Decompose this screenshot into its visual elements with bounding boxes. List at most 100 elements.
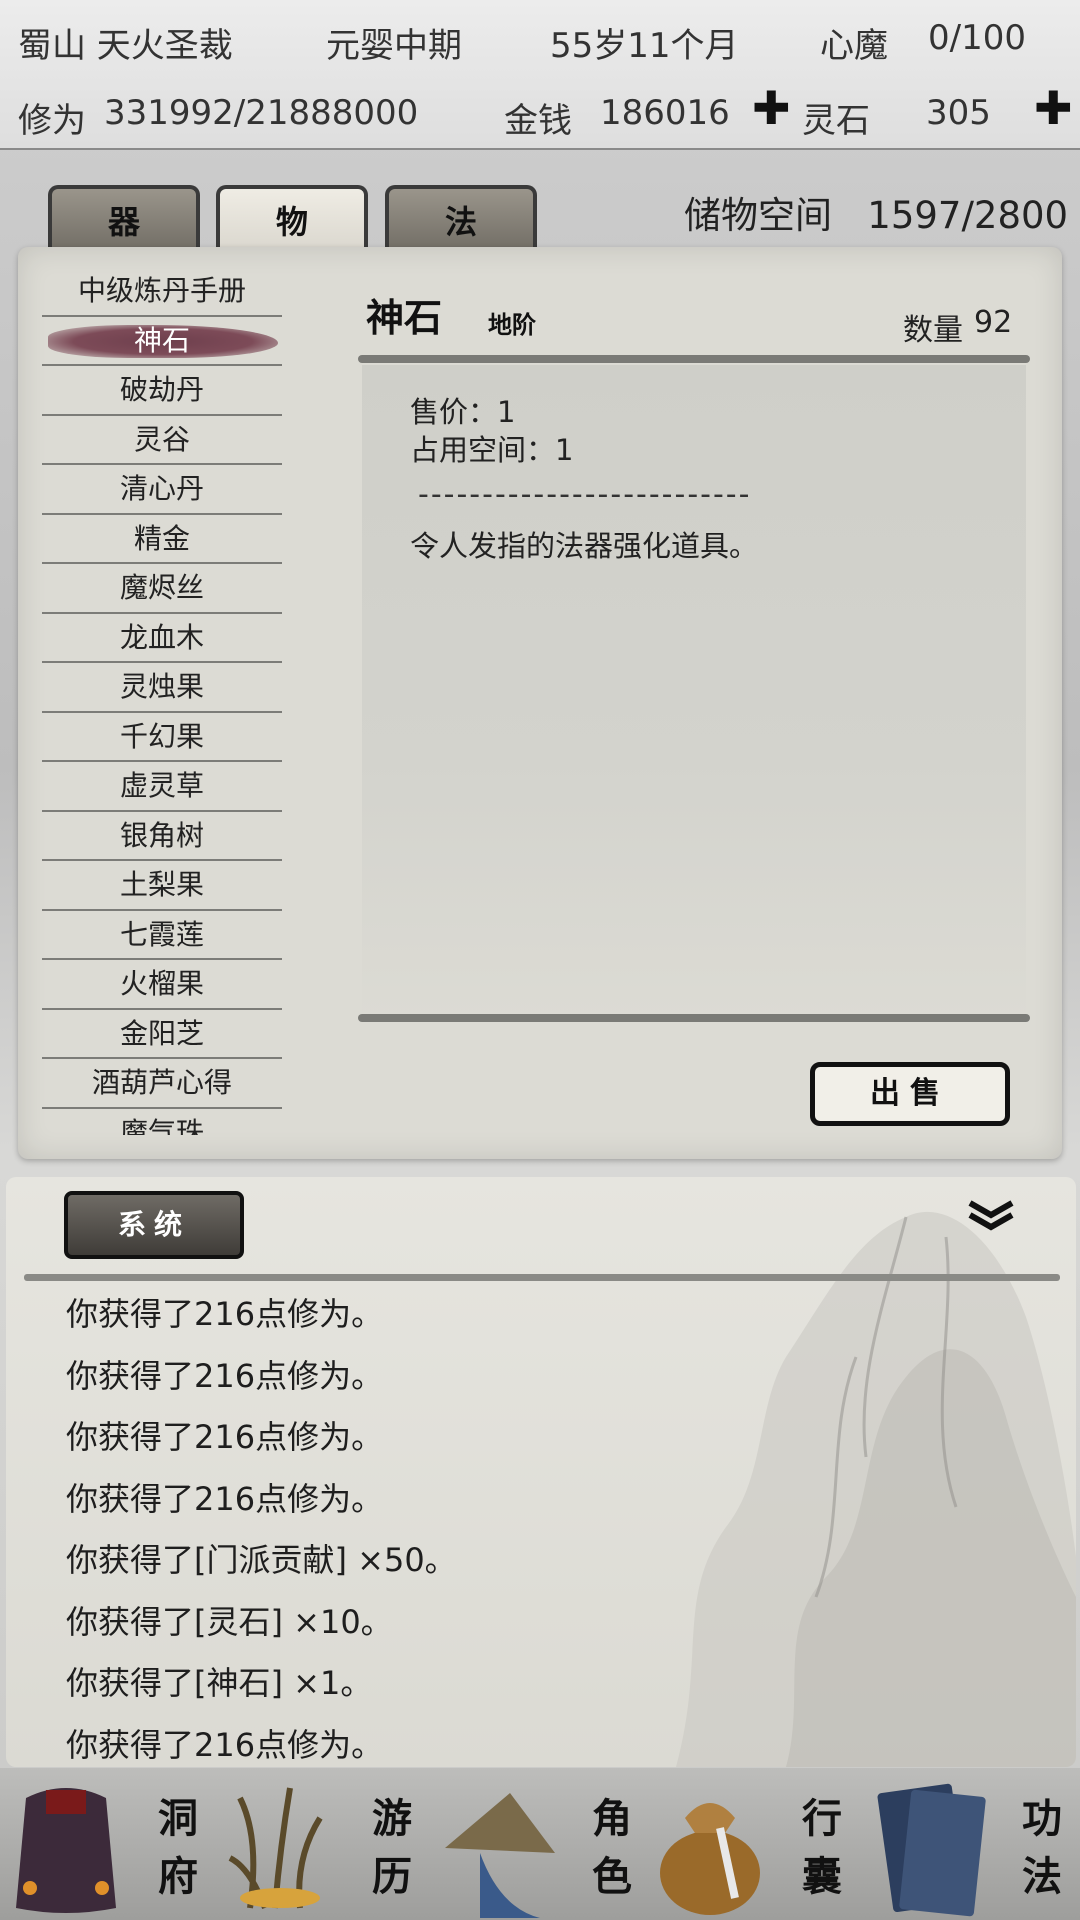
nav-travel-label-bottom: 历 xyxy=(372,1853,412,1900)
storage-space: 储物空间 1597/2800 xyxy=(684,185,1068,239)
item-space: 占用空间：1 xyxy=(410,433,574,467)
age-label: 55岁11个月 xyxy=(550,26,739,66)
list-item-label: 火榴果 xyxy=(119,967,204,1000)
tab-equipment[interactable]: 器 xyxy=(48,185,200,255)
tab-techniques[interactable]: 法 xyxy=(385,185,537,255)
list-item-label: 酒葫芦心得 xyxy=(91,1066,232,1099)
list-item[interactable]: 千幻果 xyxy=(42,713,282,762)
nav-inventory-label-top: 行 xyxy=(802,1795,842,1842)
nav-inventory-label-bottom: 囊 xyxy=(802,1853,842,1900)
quantity-label: 数量 xyxy=(903,313,963,348)
ink-mountain-illustration xyxy=(676,1211,1076,1767)
list-item[interactable]: 土梨果 xyxy=(42,861,282,911)
nav-techniques-label-bottom: 法 xyxy=(1022,1853,1062,1900)
log-line: 你获得了[灵石] ×10。 xyxy=(66,1602,393,1641)
nav-inventory[interactable]: 行 囊 xyxy=(650,1768,870,1920)
money-value: 186016 xyxy=(600,93,730,133)
list-item-label: 破劫丹 xyxy=(119,373,204,406)
straw-hat-icon xyxy=(445,1793,555,1918)
nav-cave-label-bottom: 府 xyxy=(158,1853,198,1900)
list-item-label: 中级炼丹手册 xyxy=(77,274,246,307)
log-line: 你获得了216点修为。 xyxy=(66,1725,384,1764)
list-item[interactable]: 酒葫芦心得 xyxy=(42,1059,282,1109)
list-item-label: 灵烛果 xyxy=(119,670,204,703)
spirit-stone-value: 305 xyxy=(926,93,991,133)
detail-bottom-divider xyxy=(358,1014,1030,1022)
add-money-icon[interactable]: ✚ xyxy=(752,81,791,135)
list-item[interactable]: 破劫丹 xyxy=(42,366,282,416)
list-item-label: 银角树 xyxy=(119,818,204,852)
item-description: 令人发指的法器强化道具。 xyxy=(410,529,759,563)
system-log-panel: 系统 你获得了216点修为。 你获得了216点修为。 你获得了216点修为。 你获得了… xyxy=(6,1177,1076,1767)
list-item-label: 魔烬丝 xyxy=(119,571,204,604)
double-chevron-down-icon[interactable] xyxy=(966,1199,1016,1233)
grass-icon xyxy=(228,1787,323,1910)
list-item[interactable]: 火榴果 xyxy=(42,960,282,1010)
quantity-value: 92 xyxy=(974,305,1013,340)
nav-character-label-top: 角 xyxy=(592,1795,632,1842)
spirit-stone-label: 灵石 xyxy=(802,101,870,141)
item-price: 售价：1 xyxy=(410,395,516,429)
list-item-selected[interactable]: 神石 xyxy=(42,317,282,366)
scroll-book-icon xyxy=(877,1783,986,1917)
status-bar: 蜀山 天火圣裁 元婴中期 55岁11个月 心魔 0/100 修为 331992/… xyxy=(0,0,1080,150)
nav-cave-label-top: 洞 xyxy=(158,1795,198,1842)
list-item[interactable]: 七霞莲 xyxy=(42,911,282,960)
list-item-label: 土梨果 xyxy=(119,868,204,901)
nav-travel[interactable]: 游 历 xyxy=(210,1768,430,1920)
item-list[interactable]: 中级炼丹手册 神石破劫丹灵谷清心丹精金魔烬丝龙血木灵烛果千幻果虚灵草银角树土梨果七… xyxy=(42,267,282,1135)
list-item[interactable]: 银角树 xyxy=(42,812,282,861)
cultivation-label: 修为 xyxy=(18,101,86,141)
list-item-label: 清心丹 xyxy=(119,472,204,505)
list-item[interactable]: 龙血木 xyxy=(42,614,282,663)
log-divider xyxy=(24,1274,1060,1281)
list-item[interactable]: 灵烛果 xyxy=(42,663,282,713)
nav-cave[interactable]: 洞 府 xyxy=(0,1768,210,1920)
list-item[interactable]: 中级炼丹手册 xyxy=(42,267,282,317)
list-item-label: 七霞莲 xyxy=(119,917,204,951)
list-item[interactable]: 灵谷 xyxy=(42,416,282,465)
nav-character[interactable]: 角 色 xyxy=(430,1768,650,1920)
item-grade: 地阶 xyxy=(488,310,536,339)
money-label: 金钱 xyxy=(504,101,572,141)
list-item-label: 灵谷 xyxy=(133,422,190,456)
list-item[interactable]: 魔气珠 xyxy=(42,1109,282,1136)
demon-label: 心魔 xyxy=(820,26,888,66)
list-item-label: 龙血木 xyxy=(119,620,204,654)
add-spirit-stone-icon[interactable]: ✚ xyxy=(1034,81,1073,135)
bottom-nav: 洞 府 游 历 角 色 行 囊 功 法 xyxy=(0,1768,1080,1920)
realm-label: 元婴中期 xyxy=(326,26,462,66)
cultivation-value: 331992/21888000 xyxy=(104,93,419,133)
log-line: 你获得了[门派贡献] ×50。 xyxy=(66,1541,457,1579)
log-line: 你获得了216点修为。 xyxy=(66,1356,384,1395)
log-line: 你获得了[神石] ×1。 xyxy=(66,1664,373,1702)
list-item-label: 神石 xyxy=(133,323,190,357)
log-line: 你获得了216点修为。 xyxy=(66,1479,384,1518)
pouch-icon xyxy=(660,1803,760,1915)
nav-character-label-bottom: 色 xyxy=(592,1853,632,1900)
tab-items[interactable]: 物 xyxy=(216,185,368,255)
tab-system-log[interactable]: 系统 xyxy=(64,1191,244,1259)
list-item[interactable]: 金阳芝 xyxy=(42,1010,282,1059)
sell-button[interactable]: 出售 xyxy=(810,1062,1010,1126)
sect-title: 蜀山 天火圣裁 xyxy=(18,26,233,66)
log-messages: 你获得了216点修为。 你获得了216点修为。 你获得了216点修为。 你获得了216… xyxy=(66,1283,457,1767)
list-item[interactable]: 清心丹 xyxy=(42,465,282,515)
list-item-label: 虚灵草 xyxy=(119,769,204,802)
list-item[interactable]: 虚灵草 xyxy=(42,762,282,812)
nav-travel-label-top: 游 xyxy=(372,1795,412,1842)
nav-techniques[interactable]: 功 法 xyxy=(870,1768,1080,1920)
detail-top-divider xyxy=(358,355,1030,363)
nav-techniques-label-top: 功 xyxy=(1022,1795,1062,1842)
list-item-label: 精金 xyxy=(133,521,190,555)
storage-label: 储物空间 xyxy=(684,194,832,237)
list-item[interactable]: 魔烬丝 xyxy=(42,564,282,614)
list-item[interactable]: 精金 xyxy=(42,515,282,564)
description-divider: -------------------------- xyxy=(418,477,752,512)
item-name: 神石 xyxy=(366,295,443,340)
log-line: 你获得了216点修为。 xyxy=(66,1418,384,1456)
item-description-box: 售价：1 占用空间：1 -------------------------- 令… xyxy=(362,365,1026,1025)
list-item-label: 金阳芝 xyxy=(119,1016,204,1050)
list-item-label: 魔气珠 xyxy=(119,1115,204,1136)
storage-value: 1597/2800 xyxy=(867,194,1069,237)
